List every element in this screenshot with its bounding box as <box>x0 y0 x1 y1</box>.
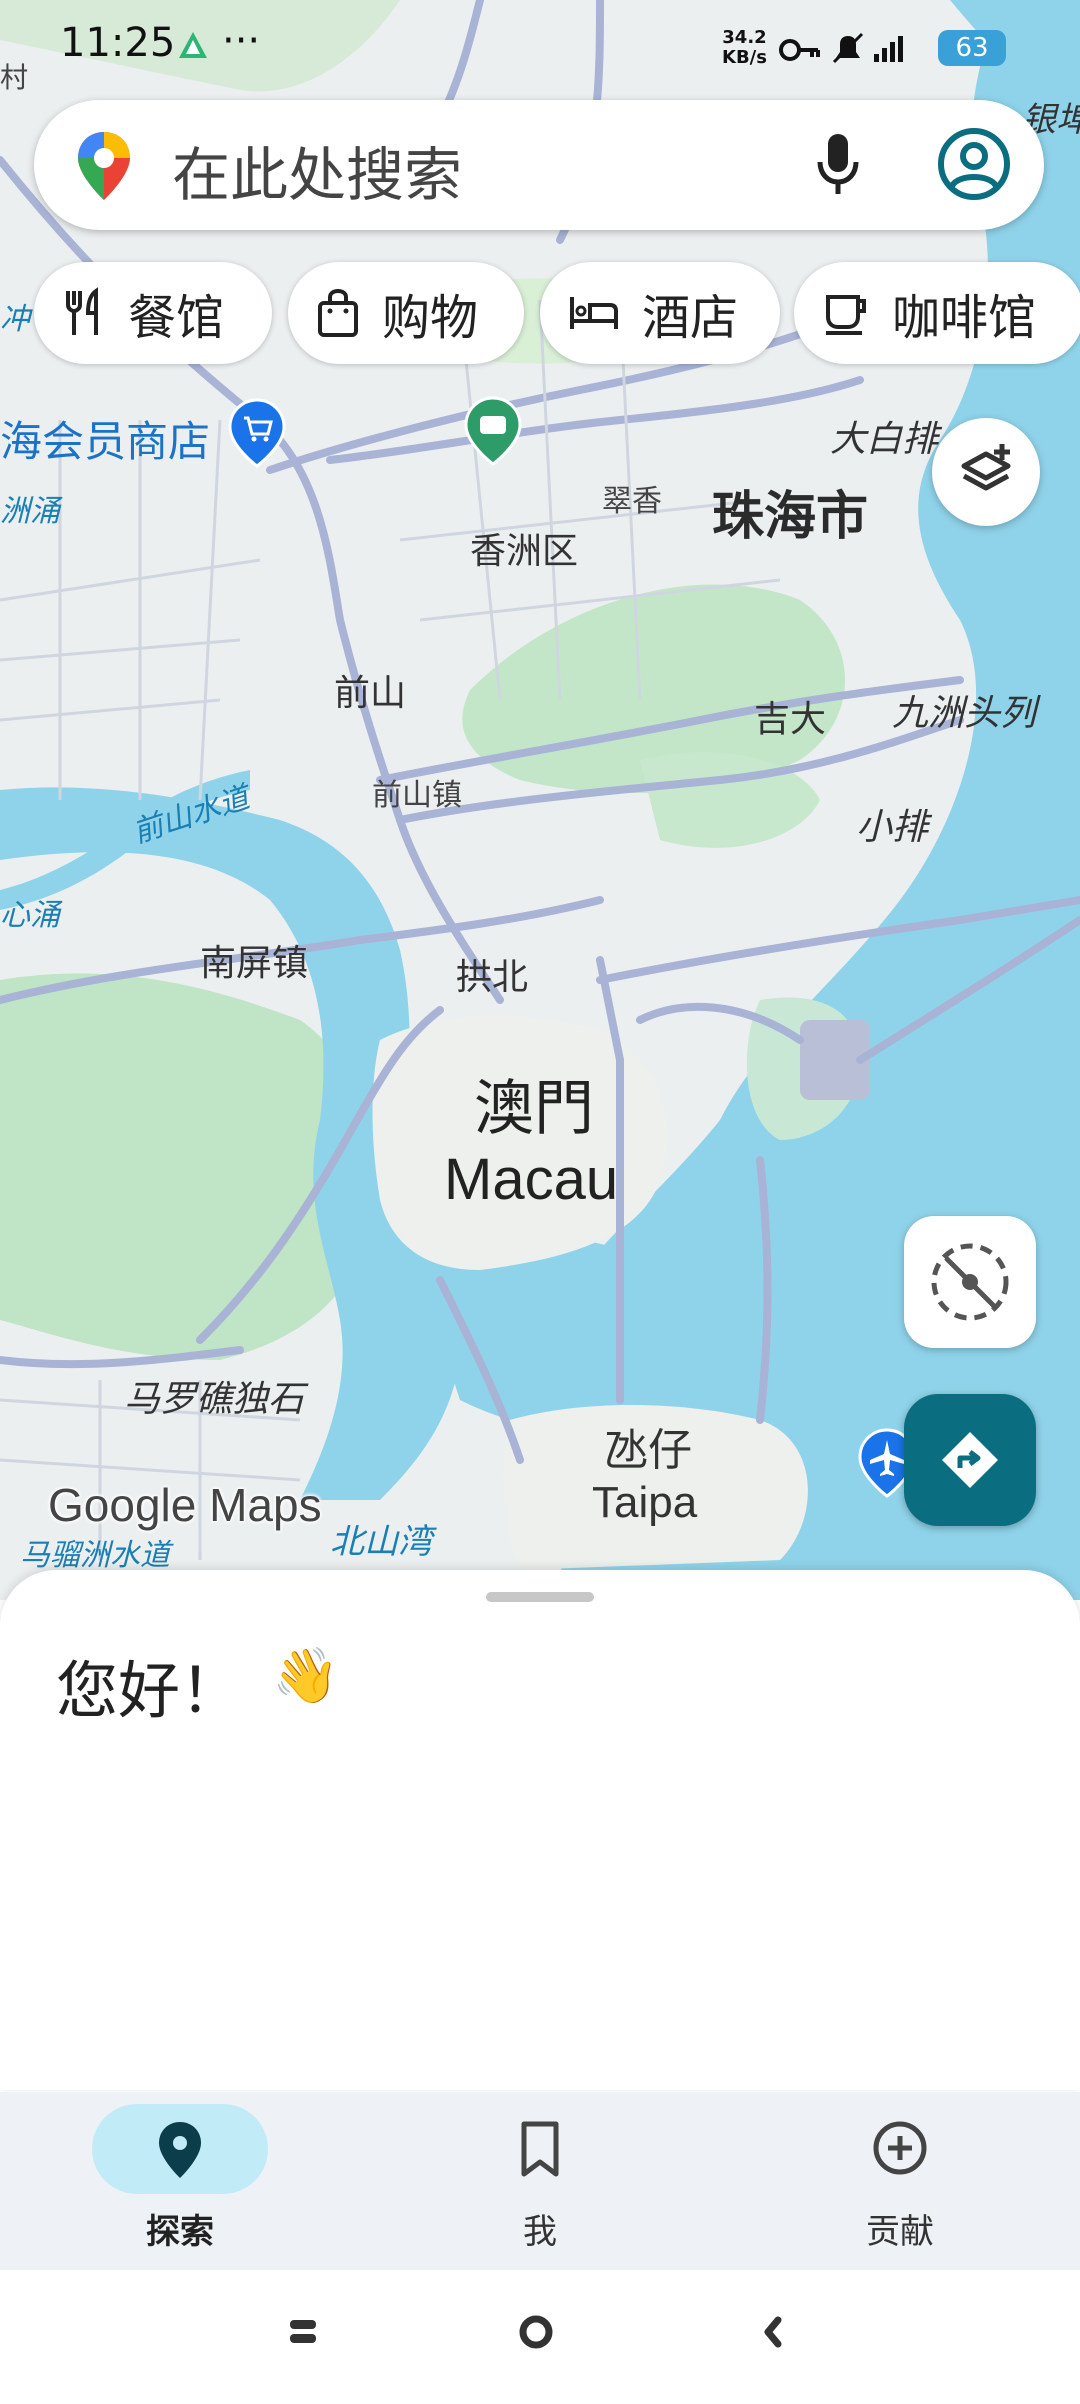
coffee-cup-icon <box>826 295 866 335</box>
bottom-navigation: 探索 我 贡献 <box>0 2092 1080 2270</box>
home-icon[interactable] <box>519 2315 553 2349</box>
status-time: 11:25 <box>60 20 176 66</box>
map-label-nanpingzhen[interactable]: 南屏镇 <box>200 934 308 986</box>
my-location-button[interactable] <box>904 1216 1036 1348</box>
map-label-qianshan[interactable]: 前山 <box>334 664 406 716</box>
map-view[interactable]: 珠海市 香洲区 翠香 前山 前山镇 吉大 九洲头列 小排 大白排 南屏镇 拱北 … <box>0 0 1080 1600</box>
network-speed: 34.2 KB/s <box>722 28 767 68</box>
wave-emoji: 👋 <box>272 1644 340 1707</box>
network-speed-value: 34.2 <box>722 27 767 48</box>
search-bar[interactable]: 在此处搜索 <box>34 100 1044 230</box>
nav-label: 贡献 <box>866 2212 934 2252</box>
bookmark-icon <box>521 2121 559 2177</box>
map-label-taipa-en[interactable]: Taipa <box>592 1478 697 1528</box>
map-label-xiaopai[interactable]: 小排 <box>856 798 928 850</box>
nav-explore[interactable]: 探索 <box>0 2092 360 2270</box>
map-label-macau-en[interactable]: Macau <box>444 1146 618 1213</box>
nav-me[interactable]: 我 <box>360 2092 720 2270</box>
map-label-maliuzhou[interactable]: 马骝洲水道 <box>20 1530 170 1574</box>
back-icon[interactable] <box>764 2316 782 2348</box>
layers-icon <box>961 444 1011 491</box>
google-maps-logo: Google Maps <box>48 1479 322 1531</box>
google-maps-pin-icon <box>78 132 130 200</box>
sheet-drag-handle[interactable] <box>486 1592 594 1602</box>
map-label-xinyong[interactable]: 心涌 <box>0 890 60 934</box>
map-label-gongbei[interactable]: 拱北 <box>456 948 528 1000</box>
map-label-xiangzhou[interactable]: 香洲区 <box>470 522 578 574</box>
status-bar: 11:25 ··· 34.2 KB/s 63 <box>0 0 1080 95</box>
map-label-beishanwan[interactable]: 北山湾 <box>330 1514 432 1563</box>
map-label-macau-cn[interactable]: 澳門 <box>474 1060 594 1147</box>
mute-icon <box>832 32 864 64</box>
recent-apps-icon[interactable] <box>290 2320 316 2343</box>
map-label-zhouyong[interactable]: 洲涌 <box>0 486 60 530</box>
signal-icon <box>874 36 903 62</box>
status-icons <box>779 32 903 64</box>
map-label-qianshanzhen[interactable]: 前山镇 <box>372 770 462 814</box>
battery-indicator: 63 <box>938 30 1006 66</box>
map-label-cuixiang[interactable]: 翠香 <box>602 476 662 520</box>
bottom-sheet[interactable]: 您好！ 👋 <box>0 1570 1080 2090</box>
add-circle-icon <box>873 2121 927 2175</box>
chip-hotels[interactable]: 酒店 <box>540 262 780 364</box>
app-notification-icon <box>179 32 207 58</box>
map-label-jiuzhoutoulie[interactable]: 九洲头列 <box>892 684 1036 736</box>
location-disabled-icon <box>931 1243 1009 1321</box>
more-notifications-icon: ··· <box>222 18 261 64</box>
map-label-taipa-cn[interactable]: 氹仔 <box>604 1414 692 1478</box>
directions-button[interactable] <box>904 1394 1036 1526</box>
greeting-text: 您好！ <box>56 1654 243 1727</box>
chip-label: 酒店 <box>642 290 739 346</box>
map-label-member-store[interactable]: 海会员商店 <box>0 408 210 469</box>
hotel-bed-icon <box>570 297 618 329</box>
chip-coffee[interactable]: 咖啡馆 <box>794 262 1080 364</box>
nav-contribute[interactable]: 贡献 <box>720 2092 1080 2270</box>
map-label-jida[interactable]: 吉大 <box>754 690 826 742</box>
map-label-chong[interactable]: 冲 <box>0 294 30 338</box>
chip-label: 购物 <box>382 290 479 346</box>
directions-icon <box>942 1432 998 1488</box>
chip-label: 咖啡馆 <box>892 290 1037 346</box>
nav-label: 我 <box>523 2212 557 2252</box>
mic-icon[interactable] <box>814 130 862 200</box>
account-icon[interactable] <box>934 124 1014 204</box>
layers-button[interactable] <box>932 418 1040 526</box>
shopping-bag-icon <box>318 288 358 337</box>
chip-restaurants[interactable]: 餐馆 <box>34 262 272 364</box>
map-label-dabai[interactable]: 大白排 <box>830 410 938 462</box>
chip-label: 餐馆 <box>128 290 225 346</box>
search-input[interactable]: 在此处搜索 <box>172 128 462 212</box>
key-icon <box>779 39 820 61</box>
network-speed-unit: KB/s <box>722 47 767 68</box>
map-label-maluojiao[interactable]: 马罗礁独石 <box>124 1370 304 1422</box>
system-navigation-bar <box>0 2270 1080 2400</box>
restaurant-icon <box>66 287 98 335</box>
chip-shopping[interactable]: 购物 <box>288 262 524 364</box>
explore-pin-icon <box>159 2122 201 2178</box>
nav-label: 探索 <box>146 2212 214 2252</box>
map-label-zhuhai[interactable]: 珠海市 <box>712 474 868 549</box>
